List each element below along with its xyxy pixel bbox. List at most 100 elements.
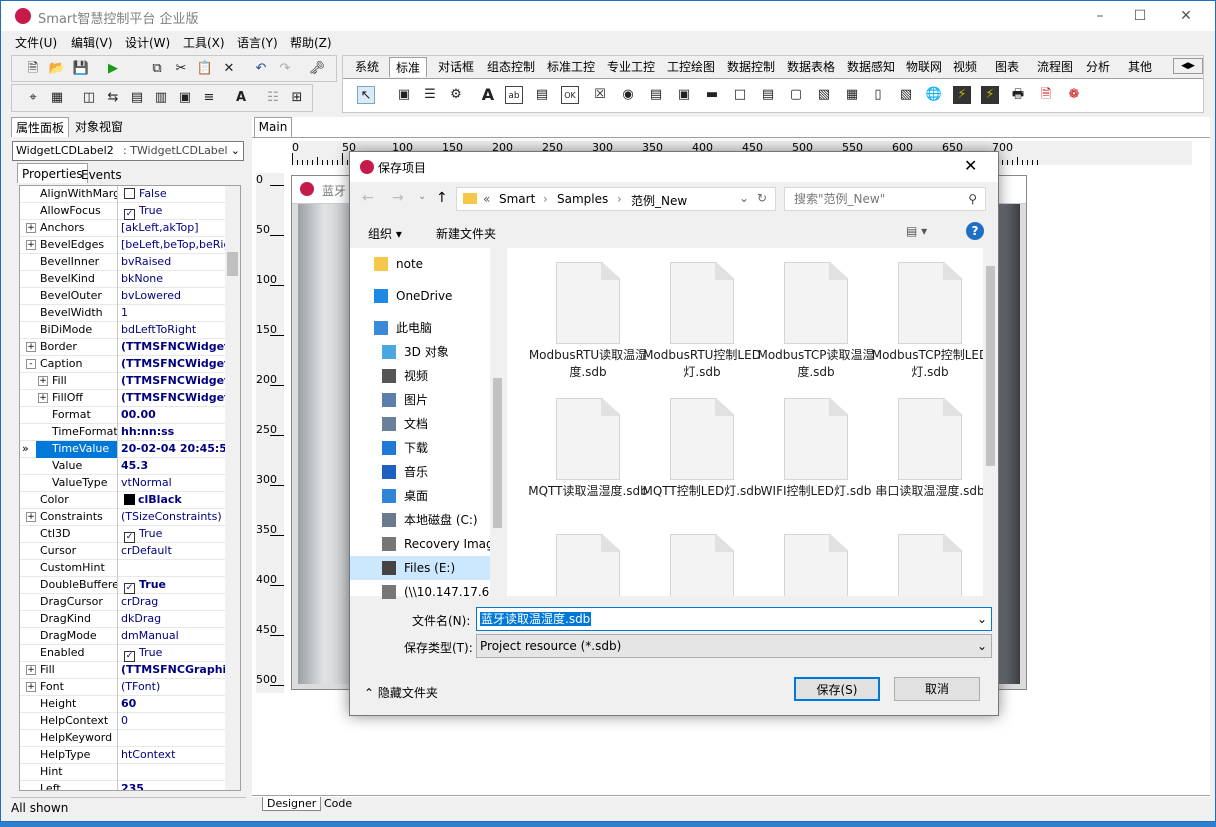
nav-item[interactable]: (\\10.147.17.63 [350,580,490,604]
organize-button[interactable]: 组织 ▾ [368,225,402,242]
network-icon[interactable]: ❁ [1065,86,1083,104]
tab-video[interactable]: 视频 [949,57,981,77]
filename-input[interactable]: 蓝牙读取温湿度.sdb ⌄ [476,607,992,631]
menu-file[interactable]: 文件(U) [15,34,57,51]
tab-data-grid[interactable]: 数据表格 [783,57,839,77]
recent-chevron-icon[interactable]: ⌄ [418,191,426,202]
save-icon[interactable]: 💾 [72,60,90,78]
collapse-icon[interactable]: - [26,359,36,369]
nav-item[interactable]: 3D 对象 [350,340,490,364]
property-value[interactable]: bvLowered [121,288,231,304]
scroll-thumb[interactable] [227,252,238,276]
property-row[interactable]: HelpType htContext [20,747,232,764]
inspector-icon[interactable]: ⚙ [447,86,465,104]
globe-icon[interactable]: 🌐 [925,86,943,104]
property-row[interactable]: TimeFormat hh:nn:ss [20,424,232,441]
select-all-icon[interactable]: ▦ [48,89,66,107]
expand-icon[interactable]: + [26,342,36,352]
property-value[interactable]: (TTMSFNCWidget [121,356,231,372]
property-row[interactable]: BiDiMode bdLeftToRight [20,322,232,339]
expand-icon[interactable]: + [26,240,36,250]
property-row[interactable]: DragMode dmManual [20,628,232,645]
property-value[interactable]: crDrag [121,594,231,610]
tab-scada[interactable]: 组态控制 [483,57,539,77]
tab-chart[interactable]: 图表 [989,57,1025,77]
property-value[interactable]: 45.3 [121,458,231,474]
property-value[interactable]: ✓ True [121,577,231,594]
button-icon[interactable]: OK [561,86,579,104]
property-row[interactable]: HelpContext 0 [20,713,232,730]
menu-help[interactable]: 帮助(Z) [290,34,332,51]
cancel-button[interactable]: 取消 [894,677,980,701]
property-value[interactable]: dkDrag [121,611,231,627]
slash-icon[interactable]: ▧ [897,86,915,104]
radiogroup-icon[interactable]: ▤ [759,86,777,104]
tab-designer[interactable]: Designer [262,797,322,811]
breadcrumb-samples[interactable]: Samples [557,192,608,206]
hide-folders-toggle[interactable]: ⌃ 隐藏文件夹 [364,684,438,701]
pointer-icon[interactable]: ↖ [357,86,375,104]
help-icon[interactable]: ? [966,222,984,240]
printer-icon[interactable]: 🖶 [1009,86,1027,104]
property-value[interactable]: bvRaised [121,254,231,270]
listbox-icon[interactable]: ▤ [647,86,665,104]
property-row[interactable]: Enabled ✓ True [20,645,232,662]
expand-icon[interactable]: + [26,665,36,675]
file-item[interactable]: MQTT控制LED灯.sdb [633,384,762,516]
nav-item[interactable]: 此电脑 [350,316,490,340]
property-value[interactable]: (TSizeConstraints) [121,509,231,525]
nav-item[interactable]: 文档 [350,412,490,436]
redo-icon[interactable]: ↷ [276,60,294,78]
property-row[interactable]: HelpKeyword [20,730,232,747]
property-value[interactable]: dmManual [121,628,231,644]
address-dropdown-icon[interactable]: ⌄ [739,191,749,205]
checkbox-icon[interactable]: ✓ [124,583,135,594]
expand-icon[interactable]: + [26,223,36,233]
nav-item[interactable]: 本地磁盘 (C:) [350,508,490,532]
checkbox-icon[interactable]: ✓ [124,532,135,543]
property-row[interactable]: Left 235 [20,781,232,790]
save-button[interactable]: 保存(S) [794,677,880,701]
property-value[interactable]: False [121,186,231,202]
property-value[interactable]: [beLeft,beTop,beRigh [121,237,231,253]
property-row[interactable]: Color clBlack [20,492,232,509]
tab-other[interactable]: 其他 [1123,57,1157,77]
property-value[interactable]: 00.00 [121,407,231,423]
font-icon[interactable]: A [232,89,250,107]
tab-analysis[interactable]: 分析 [1081,57,1115,77]
menu-design[interactable]: 设计(W) [125,34,170,51]
property-row[interactable]: AllowFocus ✓ True [20,203,232,220]
property-value[interactable]: (TTMSFNCWidget [121,390,231,406]
bring-front-icon[interactable]: ◫ [80,89,98,107]
nav-item[interactable]: 视频 [350,364,490,388]
property-row[interactable]: BevelOuter bvLowered [20,288,232,305]
file-item[interactable]: ModbusRTU读取温湿度.sdb [519,248,647,380]
property-row[interactable]: ValueType vtNormal [20,475,232,492]
property-value[interactable]: 1 [121,305,231,321]
nav-item[interactable]: 桌面 [350,484,490,508]
property-value[interactable]: htContext [121,747,231,763]
cut-icon[interactable]: ✂ [172,60,190,78]
property-value[interactable]: bkNone [121,271,231,287]
checkbox-icon[interactable] [124,188,135,199]
file-item-partial[interactable] [633,520,745,596]
property-value[interactable]: hh:nn:ss [121,424,231,440]
property-row[interactable]: - Caption (TTMSFNCWidget [20,356,232,373]
menu-tools[interactable]: 工具(X) [183,34,225,51]
new-folder-button[interactable]: 新建文件夹 [436,225,496,242]
property-value[interactable]: 235 [121,781,231,790]
search-input[interactable]: 搜索"范例_New" ⚲ [784,187,986,211]
file-item[interactable]: MQTT读取温湿度.sdb [519,384,648,516]
tab-industrial-drawing[interactable]: 工控绘图 [663,57,719,77]
property-row[interactable]: DragCursor crDrag [20,594,232,611]
refresh-icon[interactable]: ↻ [757,191,767,205]
paste-icon[interactable]: 📋 [196,60,214,78]
key-icon[interactable]: 🗝 [308,60,326,78]
tab-properties-panel[interactable]: 属性面板 [11,117,70,137]
tab-pro-industrial[interactable]: 专业工控 [603,57,659,77]
file-scrollbar[interactable] [983,248,998,596]
file-item[interactable]: ModbusRTU控制LED灯.sdb [633,248,761,380]
tab-dialogs[interactable]: 对话框 [433,57,479,77]
property-value[interactable]: clBlack [121,492,231,508]
run-icon[interactable]: ▶ [104,60,122,78]
